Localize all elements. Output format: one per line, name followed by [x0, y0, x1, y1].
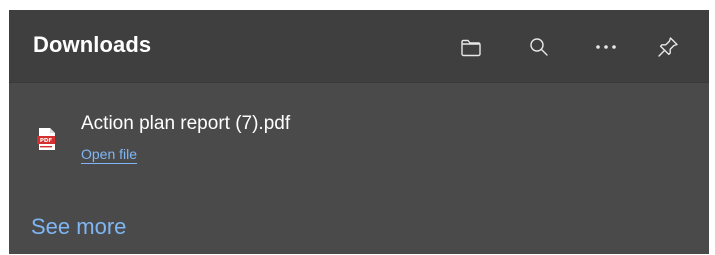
pin-panel-button[interactable] [651, 30, 685, 64]
open-downloads-folder-button[interactable] [454, 30, 488, 64]
download-file-name[interactable]: Action plan report (7).pdf [81, 113, 290, 135]
see-more-link[interactable]: See more [31, 214, 126, 240]
search-icon [529, 37, 549, 57]
download-item[interactable]: PDF Action plan report (7).pdf Open file [9, 100, 709, 180]
panel-title: Downloads [33, 32, 152, 57]
open-file-link[interactable]: Open file [81, 146, 137, 162]
downloads-panel: Downloads PDF Action plan report (7).pdf… [9, 10, 709, 254]
folder-icon [460, 37, 482, 57]
search-downloads-button[interactable] [522, 30, 556, 64]
pdf-file-icon: PDF [36, 127, 58, 151]
pin-icon [657, 36, 679, 58]
downloads-header: Downloads [9, 10, 709, 83]
more-icon [595, 44, 617, 50]
svg-text:PDF: PDF [40, 138, 53, 144]
more-options-button[interactable] [589, 30, 623, 64]
